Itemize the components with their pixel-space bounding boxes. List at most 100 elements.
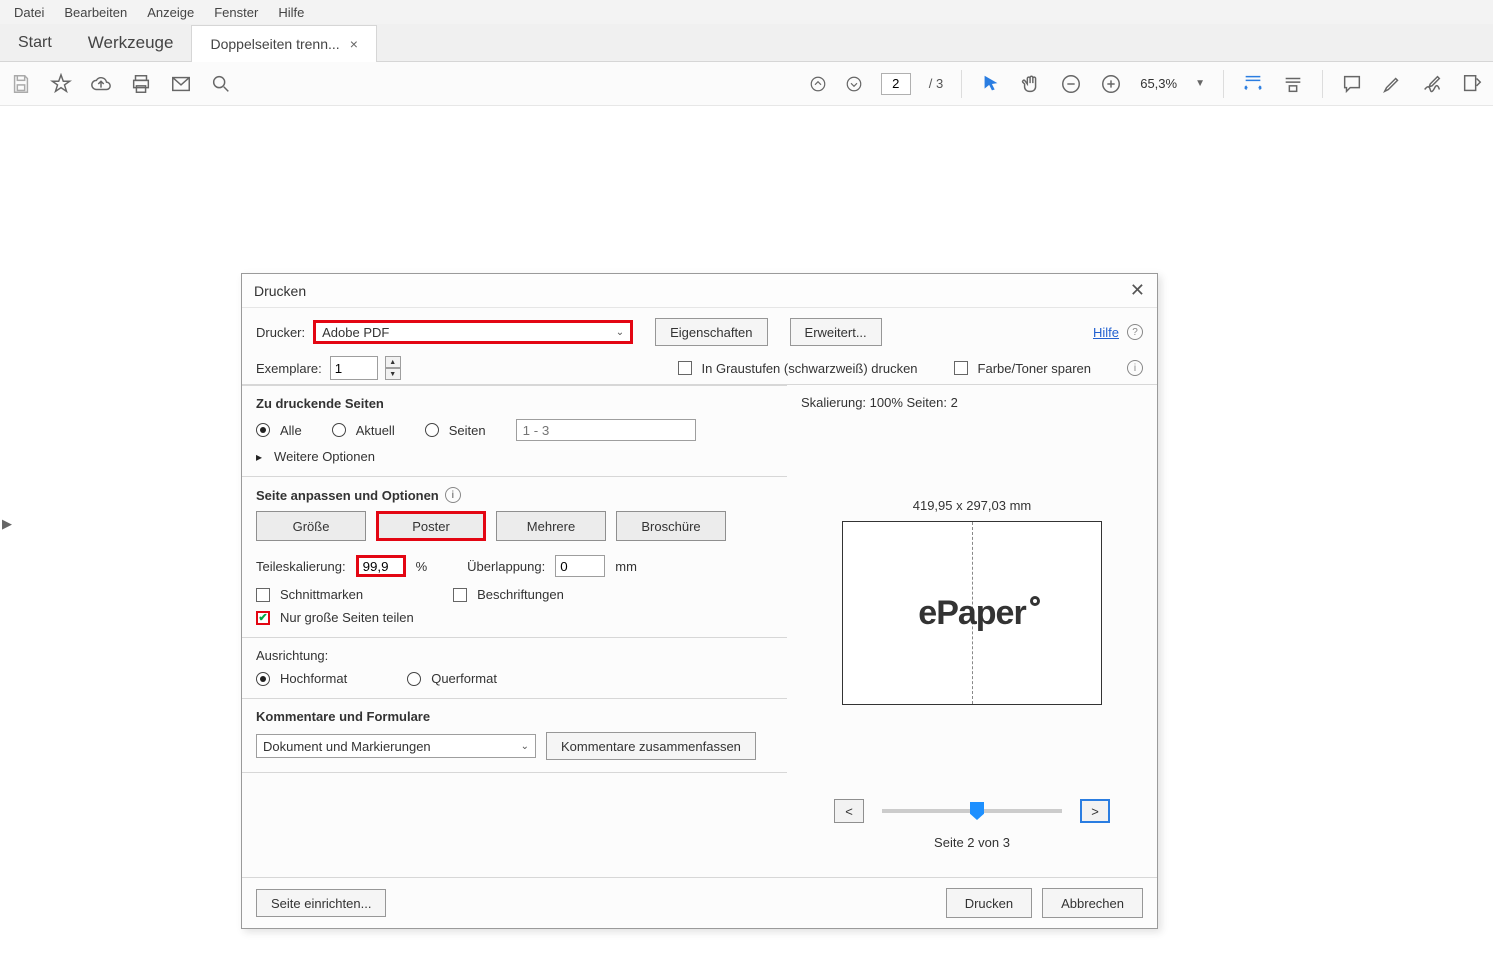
copies-input[interactable]: [330, 356, 378, 380]
menu-view[interactable]: Anzeige: [137, 2, 204, 23]
grayscale-checkbox[interactable]: [678, 361, 692, 375]
menu-help[interactable]: Hilfe: [268, 2, 314, 23]
tab-active-document[interactable]: Doppelseiten trenn... ×: [191, 25, 376, 62]
sign-icon[interactable]: [1421, 73, 1443, 95]
copies-label: Exemplare:: [256, 361, 322, 376]
advanced-button[interactable]: Erweitert...: [790, 318, 882, 346]
info-icon[interactable]: i: [1127, 360, 1143, 376]
document-area: ▶ Drucken ✕ Drucker: Adobe PDF ⌄ Eigensc…: [0, 106, 1493, 961]
zoom-dropdown-icon[interactable]: ▼: [1195, 78, 1205, 89]
portrait-radio[interactable]: [256, 672, 270, 686]
properties-button[interactable]: Eigenschaften: [655, 318, 767, 346]
pages-range-radio[interactable]: [425, 423, 439, 437]
print-icon[interactable]: [130, 73, 152, 95]
more-options-label[interactable]: Weitere Optionen: [274, 449, 375, 464]
comments-select[interactable]: Dokument und Markierungen ⌄: [256, 734, 536, 758]
tabbar: Start Werkzeuge Doppelseiten trenn... ×: [0, 24, 1493, 62]
size-tab[interactable]: Größe: [256, 511, 366, 541]
search-icon[interactable]: [210, 73, 232, 95]
printer-select[interactable]: Adobe PDF ⌄: [313, 320, 633, 344]
preview-next-button[interactable]: >: [1080, 799, 1110, 823]
preview-page-indicator: Seite 2 von 3: [934, 835, 1010, 850]
preview-slider[interactable]: [882, 809, 1062, 813]
page-up-icon[interactable]: [809, 75, 827, 93]
edit-icon[interactable]: [1461, 73, 1483, 95]
comments-title: Kommentare und Formulare: [256, 709, 773, 724]
save-toner-checkbox[interactable]: [954, 361, 968, 375]
comments-value: Dokument und Markierungen: [263, 739, 431, 754]
zoom-level-label[interactable]: 65,3%: [1140, 76, 1177, 91]
cloud-upload-icon[interactable]: [90, 73, 112, 95]
preview-logo: ePaper: [918, 594, 1025, 633]
summarize-comments-button[interactable]: Kommentare zusammenfassen: [546, 732, 756, 760]
hand-icon[interactable]: [1020, 73, 1042, 95]
cursor-icon[interactable]: [980, 73, 1002, 95]
menu-file[interactable]: Datei: [4, 2, 54, 23]
pages-all-label: Alle: [280, 423, 302, 438]
dialog-close-icon[interactable]: ✕: [1130, 280, 1145, 301]
poster-tab[interactable]: Poster: [376, 511, 486, 541]
fit-width-icon[interactable]: [1242, 73, 1264, 95]
split-large-label: Nur große Seiten teilen: [280, 610, 414, 625]
slider-thumb[interactable]: [970, 802, 984, 820]
multiple-tab[interactable]: Mehrere: [496, 511, 606, 541]
zoom-out-icon[interactable]: [1060, 73, 1082, 95]
tile-scale-input[interactable]: [356, 555, 406, 577]
help-link[interactable]: Hilfe: [1093, 325, 1119, 340]
fit-title: Seite anpassen und Optionen: [256, 488, 439, 503]
menu-window[interactable]: Fenster: [204, 2, 268, 23]
tab-home[interactable]: Start: [0, 24, 70, 61]
copies-spinner[interactable]: ▲▼: [385, 356, 401, 380]
menu-edit[interactable]: Bearbeiten: [54, 2, 137, 23]
email-icon[interactable]: [170, 73, 192, 95]
overlap-label: Überlappung:: [467, 559, 545, 574]
menubar: Datei Bearbeiten Anzeige Fenster Hilfe: [0, 0, 1493, 24]
sidepanel-toggle-icon[interactable]: ▶: [2, 516, 12, 532]
zoom-in-icon[interactable]: [1100, 73, 1122, 95]
scale-info-label: Skalierung: 100% Seiten: 2: [801, 395, 958, 410]
save-toner-label: Farbe/Toner sparen: [978, 361, 1091, 376]
cut-marks-label: Schnittmarken: [280, 587, 363, 602]
pages-all-radio[interactable]: [256, 423, 270, 437]
comment-icon[interactable]: [1341, 73, 1363, 95]
print-dialog: Drucken ✕ Drucker: Adobe PDF ⌄ Eigenscha…: [241, 273, 1158, 929]
cut-marks-checkbox[interactable]: [256, 588, 270, 602]
landscape-radio[interactable]: [407, 672, 421, 686]
tab-tools[interactable]: Werkzeuge: [70, 24, 192, 61]
save-icon[interactable]: [10, 73, 32, 95]
page-down-icon[interactable]: [845, 75, 863, 93]
dialog-titlebar: Drucken ✕: [242, 274, 1157, 308]
printer-value: Adobe PDF: [322, 325, 389, 340]
overlap-input[interactable]: [555, 555, 605, 577]
pages-current-label: Aktuell: [356, 423, 395, 438]
page-number-input[interactable]: [881, 73, 911, 95]
pages-range-input[interactable]: [516, 419, 696, 441]
booklet-tab[interactable]: Broschüre: [616, 511, 726, 541]
fit-page-icon[interactable]: [1282, 73, 1304, 95]
preview-panel: Skalierung: 100% Seiten: 2 419,95 x 297,…: [787, 385, 1157, 877]
chevron-down-icon: ⌄: [521, 741, 529, 752]
fit-info-icon[interactable]: i: [445, 487, 461, 503]
landscape-label: Querformat: [431, 671, 497, 686]
preview-image: ePaper: [842, 521, 1102, 705]
page-total-label: / 3: [929, 76, 943, 91]
star-icon[interactable]: [50, 73, 72, 95]
labels-checkbox[interactable]: [453, 588, 467, 602]
help-icon[interactable]: ?: [1127, 324, 1143, 340]
labels-label: Beschriftungen: [477, 587, 564, 602]
tile-scale-label: Teileskalierung:: [256, 559, 346, 574]
preview-prev-button[interactable]: <: [834, 799, 864, 823]
tile-scale-unit: %: [416, 559, 428, 574]
expand-icon[interactable]: ▸: [256, 450, 262, 464]
grayscale-label: In Graustufen (schwarzweiß) drucken: [702, 361, 918, 376]
close-tab-icon[interactable]: ×: [350, 36, 358, 52]
pages-current-radio[interactable]: [332, 423, 346, 437]
portrait-label: Hochformat: [280, 671, 347, 686]
split-large-checkbox[interactable]: [256, 611, 270, 625]
page-setup-button[interactable]: Seite einrichten...: [256, 889, 386, 917]
print-button[interactable]: Drucken: [946, 888, 1032, 918]
highlight-icon[interactable]: [1381, 73, 1403, 95]
pages-range-label: Seiten: [449, 423, 486, 438]
preview-dimensions: 419,95 x 297,03 mm: [913, 498, 1032, 513]
cancel-button[interactable]: Abbrechen: [1042, 888, 1143, 918]
